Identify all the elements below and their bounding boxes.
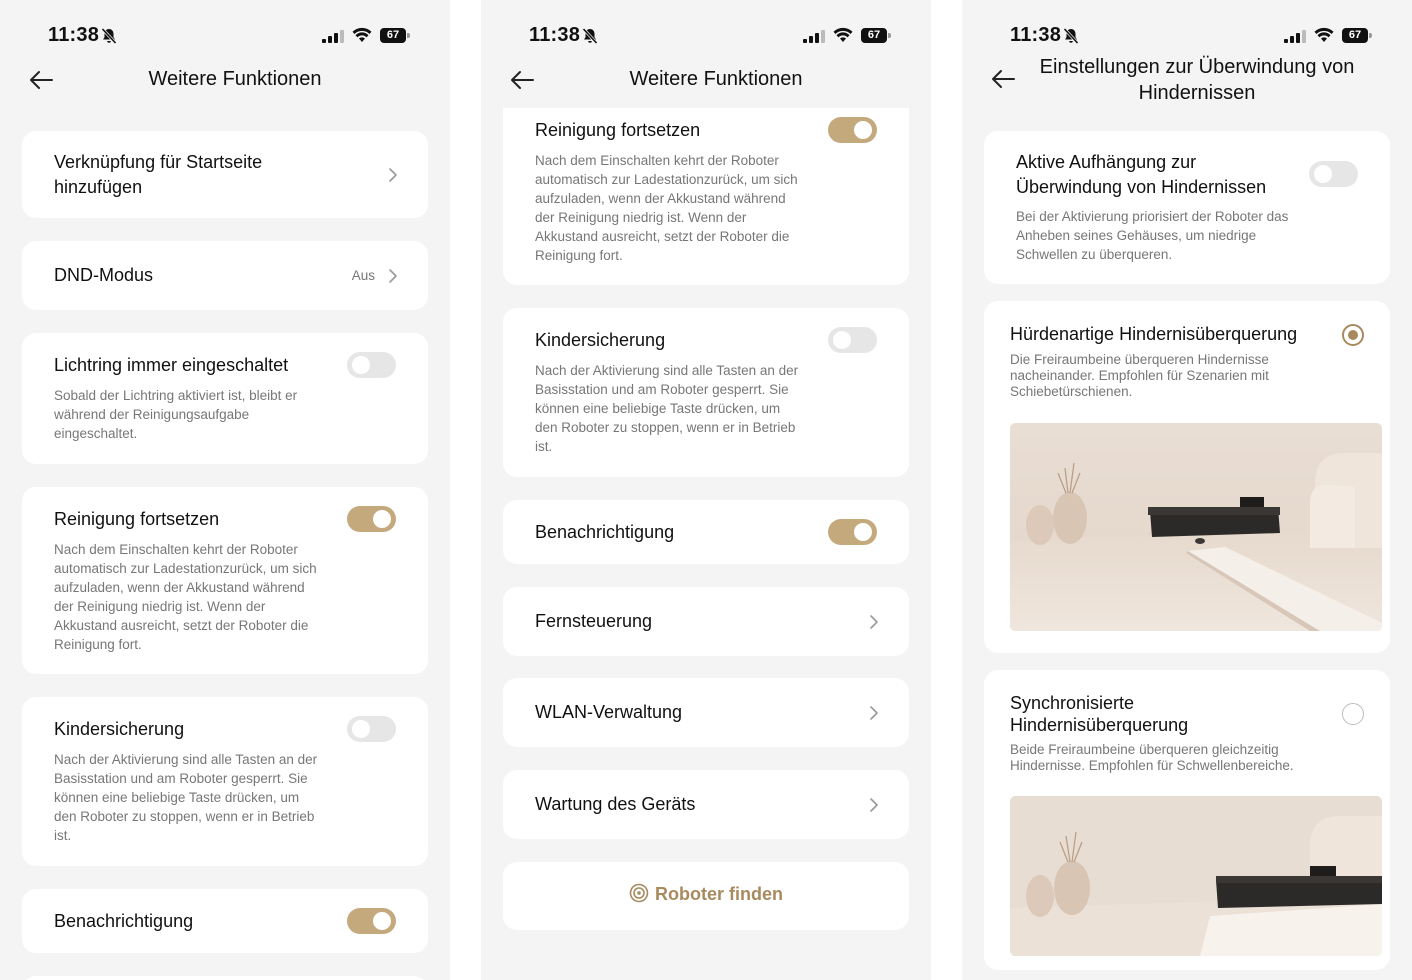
find-robot-label-wrap: Roboter finden [503,883,909,905]
wlan-row[interactable]: WLAN-Verwaltung [503,678,909,747]
status-bar: 11:38 67 [481,22,931,50]
status-bar: 11:38 67 [962,22,1412,50]
chevron-right-icon [389,168,397,182]
status-time: 11:38 [529,24,581,46]
lightring-row: Lichtring immer eingeschaltet Sobald der… [22,333,428,464]
page-title: Einstellungen zur Überwindung von Hinder… [1039,56,1355,104]
bell-off-icon [581,27,599,50]
hurdle-label: Hürdenartige Hindernisüberquerung [1010,324,1298,344]
notification-toggle[interactable] [828,519,877,545]
notification-row: Benachrichtigung [503,500,909,564]
childlock-row: Kindersicherung Nach der Aktivierung sin… [503,308,909,477]
sync-option[interactable]: Synchronisierte Hindernisüberquerung Bei… [984,670,1390,970]
childlock-label: Kindersicherung [535,330,666,350]
resume-description: Nach dem Einschalten kehrt der Roboter a… [54,542,317,652]
maintenance-label: Wartung des Geräts [535,794,696,814]
hurdle-option[interactable]: Hürdenartige Hindernisüberquerung Die Fr… [984,301,1390,653]
bell-off-icon [100,27,118,50]
resume-row: Reinigung fortsetzen Nach dem Einschalte… [503,108,909,285]
resume-label: Reinigung fortsetzen [535,120,701,140]
page-title: Weitere Funktionen [629,68,803,90]
bell-off-icon [1062,27,1080,50]
notification-toggle[interactable] [347,908,396,934]
page-title: Weitere Funktionen [148,68,322,90]
sync-illustration [1010,796,1382,956]
phone-screen-1: 11:38 67 Weitere Funktionen Verknüpfung … [0,0,450,980]
remote-control-row[interactable]: Fernsteuerung [503,587,909,656]
signal-icon [803,30,825,48]
childlock-toggle[interactable] [347,716,396,742]
battery-level: 67 [1342,28,1368,43]
suspension-label: Aktive Aufhängung zur Überwindung von Hi… [1016,152,1267,197]
shortcut-label: Verknüpfung für Startseite hinzufügen [54,152,263,197]
childlock-row: Kindersicherung Nach der Aktivierung sin… [22,697,428,866]
notification-label: Benachrichtigung [535,522,675,542]
next-row-partial [22,976,428,980]
wifi-icon [833,27,853,47]
status-bar: 11:38 67 [0,22,450,50]
status-time: 11:38 [1010,24,1062,46]
status-time: 11:38 [48,24,100,46]
resume-row: Reinigung fortsetzen Nach dem Einschalte… [22,487,428,674]
resume-label: Reinigung fortsetzen [54,509,220,529]
battery-icon: 67 [380,28,410,43]
phone-screen-3: 11:38 67 Einstellungen zur Überwindung v… [962,0,1412,980]
nav-header: Einstellungen zur Überwindung von Hinder… [962,56,1412,106]
wifi-icon [352,27,372,47]
childlock-label: Kindersicherung [54,719,185,739]
battery-level: 67 [380,28,406,43]
nav-header: Weitere Funktionen [481,56,931,106]
battery-icon: 67 [1342,28,1372,43]
childlock-description: Nach der Aktivierung sind alle Tasten an… [54,752,318,843]
signal-icon [322,30,344,48]
find-robot-button[interactable]: Roboter finden [503,862,909,930]
chevron-right-icon [870,615,878,629]
lightring-description: Sobald der Lichtring aktiviert ist, blei… [54,388,298,441]
lightring-label: Lichtring immer eingeschaltet [54,355,289,375]
hurdle-illustration [1010,423,1382,631]
resume-toggle[interactable] [828,117,877,143]
find-robot-label: Roboter finden [655,884,783,904]
sync-label: Synchronisierte Hindernisüberquerung [1010,693,1189,735]
battery-icon: 67 [861,28,891,43]
sync-radio[interactable] [1342,703,1364,725]
locate-icon [629,883,649,903]
suspension-toggle[interactable] [1309,161,1358,187]
sync-description: Beide Freiraumbeine überqueren gleichzei… [1010,742,1294,773]
wifi-icon [1314,27,1334,47]
suspension-row: Aktive Aufhängung zur Überwindung von Hi… [984,131,1390,284]
battery-level: 67 [861,28,887,43]
notification-label: Benachrichtigung [54,911,194,931]
suspension-description: Bei der Aktivierung priorisiert der Robo… [1016,209,1289,262]
nav-header: Weitere Funktionen [0,56,450,106]
childlock-description: Nach der Aktivierung sind alle Tasten an… [535,363,799,454]
back-arrow-icon[interactable] [28,68,54,92]
back-arrow-icon[interactable] [509,68,535,92]
wlan-label: WLAN-Verwaltung [535,702,683,722]
remote-control-label: Fernsteuerung [535,611,653,631]
phone-screen-2: 11:38 67 Weitere Funktionen Reinigung fo… [481,0,931,980]
shortcut-row[interactable]: Verknüpfung für Startseite hinzufügen [22,131,428,218]
maintenance-row[interactable]: Wartung des Geräts [503,770,909,839]
chevron-right-icon [389,269,397,283]
chevron-right-icon [870,798,878,812]
childlock-toggle[interactable] [828,327,877,353]
dnd-row[interactable]: DND-Modus Aus [22,241,428,310]
resume-toggle[interactable] [347,506,396,532]
hurdle-description: Die Freiraumbeine überqueren Hindernisse… [1010,352,1269,399]
dnd-value: Aus [351,268,375,283]
signal-icon [1284,30,1306,48]
notification-row: Benachrichtigung [22,889,428,953]
dnd-label: DND-Modus [54,265,154,285]
resume-description: Nach dem Einschalten kehrt der Roboter a… [535,153,798,263]
chevron-right-icon [870,706,878,720]
lightring-toggle[interactable] [347,352,396,378]
hurdle-radio[interactable] [1342,324,1364,346]
